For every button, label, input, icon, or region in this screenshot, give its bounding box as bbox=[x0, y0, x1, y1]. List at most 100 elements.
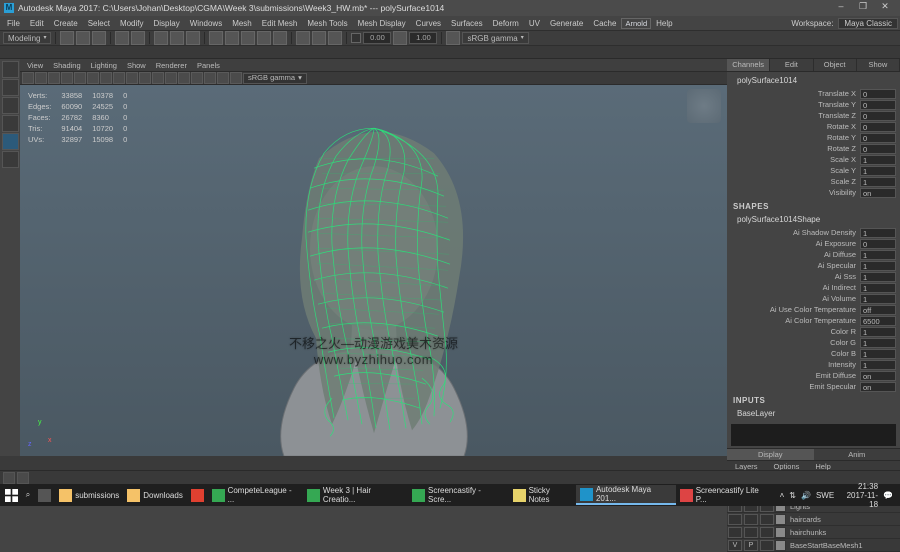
menu-arnold[interactable]: Arnold bbox=[621, 18, 651, 29]
layer-color-swatch[interactable] bbox=[775, 527, 786, 538]
action-center-icon[interactable]: 💬 bbox=[883, 491, 893, 500]
taskbar-item[interactable] bbox=[187, 485, 208, 505]
layer-row[interactable]: haircards bbox=[727, 513, 900, 526]
rotate-tool[interactable] bbox=[2, 115, 19, 132]
menu-curves[interactable]: Curves bbox=[411, 19, 446, 28]
layer-row[interactable]: VPBaseStartBaseMesh1 bbox=[727, 539, 900, 552]
menu-edit-mesh[interactable]: Edit Mesh bbox=[257, 19, 303, 28]
open-scene-icon[interactable] bbox=[76, 31, 90, 45]
menu-deform[interactable]: Deform bbox=[488, 19, 524, 28]
close-button[interactable]: ✕ bbox=[874, 1, 896, 15]
panel-menu-show[interactable]: Show bbox=[122, 61, 151, 70]
layer-tab-display[interactable]: Display bbox=[727, 449, 814, 460]
gamma-icon[interactable] bbox=[230, 72, 242, 84]
color-transform-dropdown[interactable]: sRGB gamma▾ bbox=[462, 32, 528, 44]
attr-value-field[interactable]: 1 bbox=[860, 349, 896, 359]
workspace-selector[interactable]: Maya Classic bbox=[838, 18, 898, 29]
attr-value-field[interactable]: 1 bbox=[860, 272, 896, 282]
menu-cache[interactable]: Cache bbox=[588, 19, 621, 28]
lights-icon[interactable] bbox=[152, 72, 164, 84]
clock[interactable]: 21:38 2017-11-18 bbox=[839, 482, 878, 509]
snap-grid-icon[interactable] bbox=[209, 31, 223, 45]
attr-value-field[interactable]: 0 bbox=[860, 111, 896, 121]
attr-value-field[interactable]: 1 bbox=[860, 338, 896, 348]
scale-tool[interactable] bbox=[2, 133, 19, 150]
attr-value-field[interactable]: 0 bbox=[860, 122, 896, 132]
taskbar-item[interactable]: Screencastify Lite P... bbox=[676, 485, 775, 505]
construction-history-icon[interactable] bbox=[393, 31, 407, 45]
redo-icon[interactable] bbox=[131, 31, 145, 45]
wireframe-icon[interactable] bbox=[113, 72, 125, 84]
lasso-tool[interactable] bbox=[2, 79, 19, 96]
taskbar-item[interactable]: submissions bbox=[55, 485, 123, 505]
command-line-icon[interactable] bbox=[17, 472, 29, 484]
taskbar-item[interactable]: CompeteLeague - ... bbox=[208, 485, 303, 505]
select-tool[interactable] bbox=[2, 61, 19, 78]
attr-value-field[interactable]: on bbox=[860, 371, 896, 381]
menu-mesh-display[interactable]: Mesh Display bbox=[353, 19, 411, 28]
search-icon[interactable]: ⌕ bbox=[22, 485, 34, 505]
channel-tab-channels[interactable]: Channels bbox=[727, 59, 770, 71]
paint-select-icon[interactable] bbox=[186, 31, 200, 45]
volume-icon[interactable]: 🔊 bbox=[801, 491, 811, 500]
step-field[interactable]: 0.00 bbox=[363, 32, 391, 44]
menu-modify[interactable]: Modify bbox=[115, 19, 149, 28]
attr-value-field[interactable]: 1 bbox=[860, 155, 896, 165]
snap-live-icon[interactable] bbox=[273, 31, 287, 45]
layer-visibility-toggle[interactable] bbox=[728, 527, 742, 538]
input-node-name[interactable]: BaseLayer bbox=[731, 407, 896, 421]
shaded-icon[interactable] bbox=[126, 72, 138, 84]
selected-object-name[interactable]: polySurface1014 bbox=[731, 74, 896, 88]
menu-generate[interactable]: Generate bbox=[545, 19, 588, 28]
panel-menu-panels[interactable]: Panels bbox=[192, 61, 225, 70]
isolate-icon[interactable] bbox=[178, 72, 190, 84]
film-gate-icon[interactable] bbox=[74, 72, 86, 84]
panel-menu-view[interactable]: View bbox=[22, 61, 48, 70]
layer-name[interactable]: BaseStartBaseMesh1 bbox=[788, 541, 900, 550]
attr-value-field[interactable]: on bbox=[860, 188, 896, 198]
channel-tab-show[interactable]: Show bbox=[857, 59, 900, 71]
attr-value-field[interactable]: 1 bbox=[860, 360, 896, 370]
attr-value-field[interactable]: 0 bbox=[860, 89, 896, 99]
layer-visibility-toggle[interactable]: V bbox=[728, 540, 742, 551]
panel-menu-renderer[interactable]: Renderer bbox=[151, 61, 192, 70]
layer-name[interactable]: hairchunks bbox=[788, 528, 900, 537]
attr-value-field[interactable]: off bbox=[860, 305, 896, 315]
bookmark-icon[interactable] bbox=[35, 72, 47, 84]
attr-value-field[interactable]: 6500 bbox=[860, 316, 896, 326]
attr-value-field[interactable]: on bbox=[860, 382, 896, 392]
menu-select[interactable]: Select bbox=[83, 19, 115, 28]
menu-windows[interactable]: Windows bbox=[185, 19, 227, 28]
channel-tab-edit[interactable]: Edit bbox=[770, 59, 813, 71]
menu-uv[interactable]: UV bbox=[524, 19, 545, 28]
new-scene-icon[interactable] bbox=[60, 31, 74, 45]
grid-toggle-icon[interactable] bbox=[61, 72, 73, 84]
snap-curve-icon[interactable] bbox=[225, 31, 239, 45]
menu-mesh[interactable]: Mesh bbox=[227, 19, 257, 28]
menu-create[interactable]: Create bbox=[49, 19, 83, 28]
resolution-gate-icon[interactable] bbox=[87, 72, 99, 84]
attr-value-field[interactable]: 1 bbox=[860, 294, 896, 304]
layer-row[interactable]: hairchunks bbox=[727, 526, 900, 539]
save-scene-icon[interactable] bbox=[92, 31, 106, 45]
attr-value-field[interactable]: 0 bbox=[860, 133, 896, 143]
menu-edit[interactable]: Edit bbox=[25, 19, 49, 28]
attr-value-field[interactable]: 1 bbox=[860, 250, 896, 260]
exposure-icon[interactable] bbox=[217, 72, 229, 84]
shape-node-name[interactable]: polySurface1014Shape bbox=[731, 213, 896, 227]
minimize-button[interactable]: – bbox=[830, 1, 852, 15]
module-selector[interactable]: Modeling▾ bbox=[3, 32, 51, 44]
snap-plane-icon[interactable] bbox=[257, 31, 271, 45]
viewport-renderer-dropdown[interactable]: sRGB gamma▾ bbox=[243, 73, 307, 84]
undo-icon[interactable] bbox=[115, 31, 129, 45]
viewport-persp[interactable]: Verts:33858103780Edges:60090245250Faces:… bbox=[20, 85, 727, 457]
attr-value-field[interactable]: 1 bbox=[860, 177, 896, 187]
ipr-icon[interactable] bbox=[312, 31, 326, 45]
attr-value-field[interactable]: 1 bbox=[860, 166, 896, 176]
menu-file[interactable]: File bbox=[2, 19, 25, 28]
layer-visibility-toggle[interactable] bbox=[728, 514, 742, 525]
taskbar-item[interactable]: Downloads bbox=[123, 485, 187, 505]
move-tool[interactable] bbox=[2, 97, 19, 114]
lasso-icon[interactable] bbox=[170, 31, 184, 45]
menu-display[interactable]: Display bbox=[149, 19, 185, 28]
